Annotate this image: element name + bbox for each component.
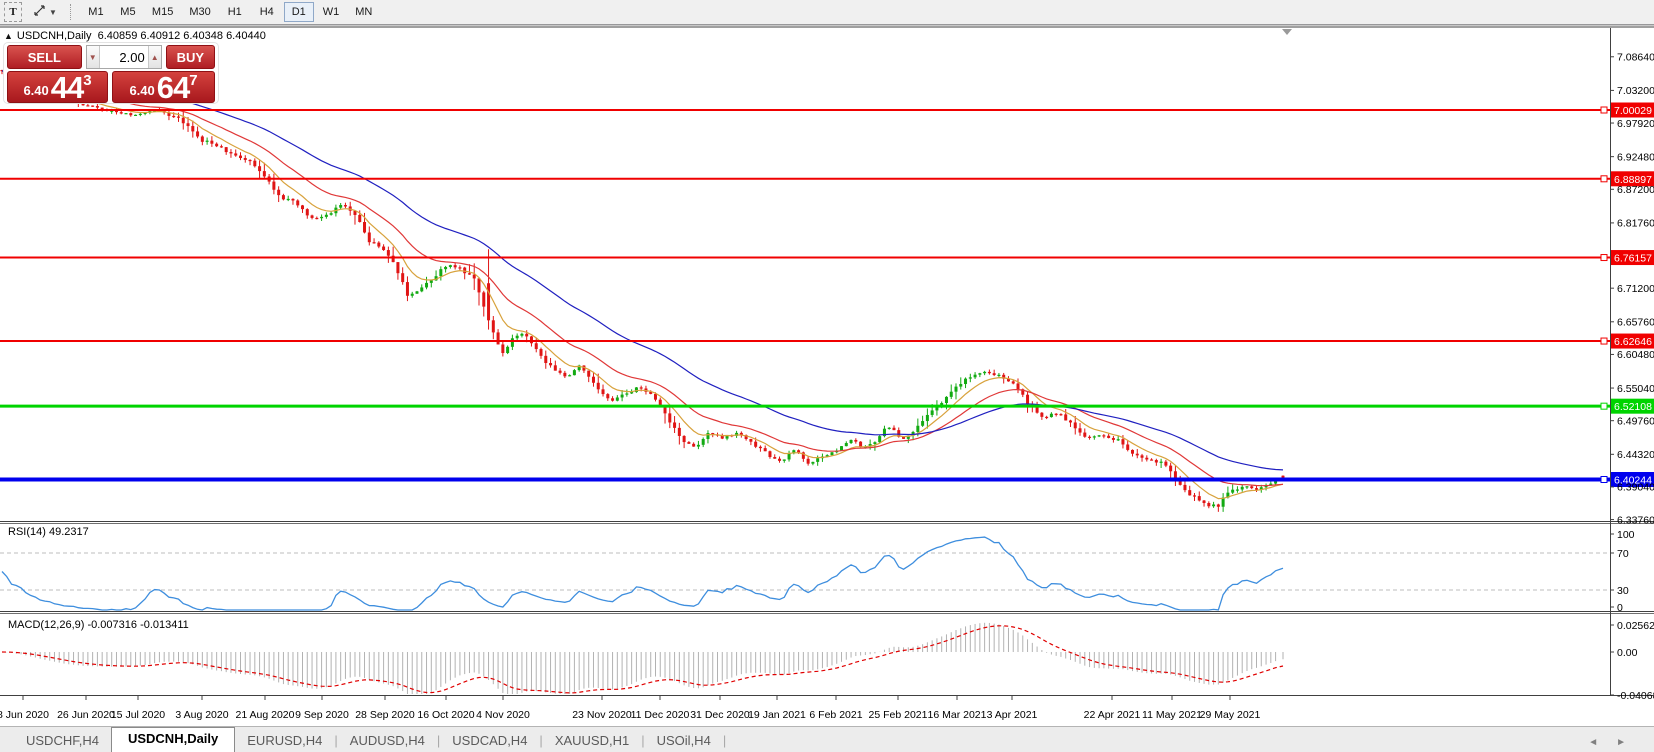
macd-signal-line — [1, 625, 1284, 694]
svg-text:0.00: 0.00 — [1617, 647, 1638, 659]
svg-text:-0.040687: -0.040687 — [1617, 690, 1654, 702]
svg-text:6 Feb 2021: 6 Feb 2021 — [809, 709, 862, 721]
svg-text:7.03200: 7.03200 — [1617, 85, 1654, 97]
rsi-indicator-label: RSI(14) 49.2317 — [8, 526, 89, 538]
chart-shift-marker-icon[interactable] — [1282, 29, 1292, 35]
volume-stepper[interactable]: ▼ ▲ — [85, 45, 162, 69]
svg-text:29 May 2021: 29 May 2021 — [1200, 709, 1261, 721]
chart-tab-usoil[interactable]: USOil,H4 — [645, 730, 723, 752]
rsi-line — [1, 536, 1284, 611]
svg-text:100: 100 — [1617, 529, 1635, 541]
svg-text:11 May 2021: 11 May 2021 — [1142, 709, 1202, 721]
text-tool-button[interactable]: T — [4, 2, 22, 22]
one-click-trading-panel: SELL ▼ ▲ BUY 6.40 44 3 6.40 64 7 — [4, 43, 218, 103]
tabs-scroll-right-icon[interactable]: ► — [1616, 737, 1626, 748]
chart-tab-bar: USDCHF,H4 USDCNH,Daily EURUSD,H4 | AUDUSD,H4… — [0, 726, 1654, 752]
svg-text:6.60480: 6.60480 — [1617, 349, 1654, 361]
svg-text:6.49760: 6.49760 — [1617, 415, 1654, 427]
svg-text:70: 70 — [1617, 548, 1629, 560]
caret-up-icon: ▲ — [150, 52, 159, 62]
svg-text:16 Mar 2021: 16 Mar 2021 — [928, 709, 987, 721]
svg-text:6.52108: 6.52108 — [1614, 401, 1652, 413]
objects-tool-button[interactable]: ▼ — [29, 2, 61, 22]
svg-text:30: 30 — [1617, 585, 1629, 597]
chart-tab-eurusd[interactable]: EURUSD,H4 — [235, 730, 334, 752]
timeframe-button-h4[interactable]: H4 — [252, 2, 282, 22]
chart-tab-audusd[interactable]: AUDUSD,H4 — [338, 730, 437, 752]
svg-text:23 Nov 2020: 23 Nov 2020 — [572, 709, 632, 721]
chart-tab-xauusd[interactable]: XAUUSD,H1 — [543, 730, 641, 752]
diagonal-arrows-icon — [33, 4, 46, 20]
buy-button[interactable]: BUY — [165, 45, 215, 69]
svg-text:16 Oct 2020: 16 Oct 2020 — [417, 709, 474, 721]
macd-indicator-label: MACD(12,26,9) -0.007316 -0.013411 — [8, 619, 189, 631]
date-axis[interactable]: 8 Jun 2020 26 Jun 202015 Jul 2020 3 Aug 20… — [0, 696, 1261, 721]
svg-text:6.65760: 6.65760 — [1617, 317, 1654, 329]
svg-text:6.81760: 6.81760 — [1617, 218, 1654, 230]
svg-text:15 Jul 2020: 15 Jul 2020 — [111, 709, 165, 721]
volume-input[interactable] — [99, 46, 148, 68]
timeframe-button-w1[interactable]: W1 — [316, 2, 347, 22]
svg-text:8 Jun 2020: 8 Jun 2020 — [0, 709, 49, 721]
svg-text:6.87200: 6.87200 — [1617, 184, 1654, 196]
svg-text:25 Feb 2021: 25 Feb 2021 — [869, 709, 928, 721]
svg-text:9 Sep 2020: 9 Sep 2020 — [295, 709, 349, 721]
dropdown-caret-icon: ▼ — [49, 7, 57, 17]
timeframe-button-m5[interactable]: M5 — [113, 2, 143, 22]
svg-text:0.025623: 0.025623 — [1617, 620, 1654, 632]
svg-text:26 Jun 2020: 26 Jun 2020 — [57, 709, 115, 721]
timeframe-button-m1[interactable]: M1 — [81, 2, 111, 22]
svg-text:6.71200: 6.71200 — [1617, 283, 1654, 295]
chart-canvas[interactable]: 7.000296.888976.761576.626466.521086.402… — [0, 0, 1654, 726]
chart-title-symbol: USDCNH,Daily — [16, 30, 92, 42]
svg-text:21 Aug 2020: 21 Aug 2020 — [236, 709, 295, 721]
svg-text:6.92480: 6.92480 — [1617, 151, 1654, 163]
tab-separator: | — [722, 733, 727, 748]
chart-title: ▲ USDCNH,Daily 6.40859 6.40912 6.40348 6… — [4, 29, 266, 43]
buy-price-display[interactable]: 6.40 64 7 — [112, 71, 215, 103]
svg-text:6.62646: 6.62646 — [1614, 336, 1652, 348]
timeframe-button-h1[interactable]: H1 — [220, 2, 250, 22]
chart-tab-usdchf[interactable]: USDCHF,H4 — [14, 730, 111, 752]
svg-text:6.55040: 6.55040 — [1617, 383, 1654, 395]
svg-text:6.76157: 6.76157 — [1614, 253, 1652, 265]
svg-text:4 Nov 2020: 4 Nov 2020 — [476, 709, 530, 721]
macd-panel: 0.025623 0.00 -0.040687 — [1, 620, 1654, 702]
caret-down-icon: ▼ — [88, 52, 97, 62]
timeframe-button-mn[interactable]: MN — [348, 2, 379, 22]
svg-text:19 Jan 2021: 19 Jan 2021 — [748, 709, 806, 721]
timeframe-button-m15[interactable]: M15 — [145, 2, 180, 22]
svg-text:3 Aug 2020: 3 Aug 2020 — [175, 709, 228, 721]
tabs-scroll-left-icon[interactable]: ◄ — [1588, 737, 1598, 748]
candles — [0, 67, 1285, 512]
chart-title-ohlc: 6.40859 6.40912 6.40348 6.40440 — [97, 30, 266, 42]
chart-tab-usdcnh[interactable]: USDCNH,Daily — [110, 727, 236, 752]
moving-averages — [1, 70, 1284, 500]
symbol-marker-icon: ▲ — [4, 31, 13, 41]
sell-price-display[interactable]: 6.40 44 3 — [7, 71, 109, 103]
svg-text:7.00029: 7.00029 — [1614, 105, 1652, 117]
svg-text:11 Dec 2020: 11 Dec 2020 — [631, 709, 690, 721]
svg-text:28 Sep 2020: 28 Sep 2020 — [355, 709, 415, 721]
rsi-panel: 100 70 30 0 — [0, 529, 1635, 614]
svg-text:0: 0 — [1617, 602, 1623, 614]
timeframe-button-d1[interactable]: D1 — [283, 2, 314, 22]
volume-decrease-button[interactable]: ▼ — [86, 46, 100, 68]
timeframe-toolbar: T ▼ M1 M5 M15 M30 H1 H4 D1 W1 MN — [0, 0, 1654, 25]
svg-text:31 Dec 2020: 31 Dec 2020 — [690, 709, 750, 721]
svg-text:6.97920: 6.97920 — [1617, 118, 1654, 130]
svg-text:6.33760: 6.33760 — [1617, 514, 1654, 526]
svg-text:6.44320: 6.44320 — [1617, 449, 1654, 461]
svg-text:6.39040: 6.39040 — [1617, 482, 1654, 494]
mt-terminal-window: T ▼ M1 M5 M15 M30 H1 H4 D1 W1 MN 7.00029 6.88897 6… — [0, 0, 1654, 752]
price-axis[interactable]: 7.08640 7.03200 6.97920 6.92480 6.87200 6.817… — [1610, 52, 1654, 527]
svg-text:22 Apr 2021: 22 Apr 2021 — [1084, 709, 1141, 721]
toolbar-separator — [69, 4, 72, 20]
chart-tab-usdcad[interactable]: USDCAD,H4 — [440, 730, 539, 752]
svg-text:3 Apr 2021: 3 Apr 2021 — [987, 709, 1038, 721]
svg-text:7.08640: 7.08640 — [1617, 52, 1654, 64]
sell-button[interactable]: SELL — [7, 45, 82, 69]
volume-increase-button[interactable]: ▲ — [147, 46, 161, 68]
timeframe-button-m30[interactable]: M30 — [182, 2, 217, 22]
